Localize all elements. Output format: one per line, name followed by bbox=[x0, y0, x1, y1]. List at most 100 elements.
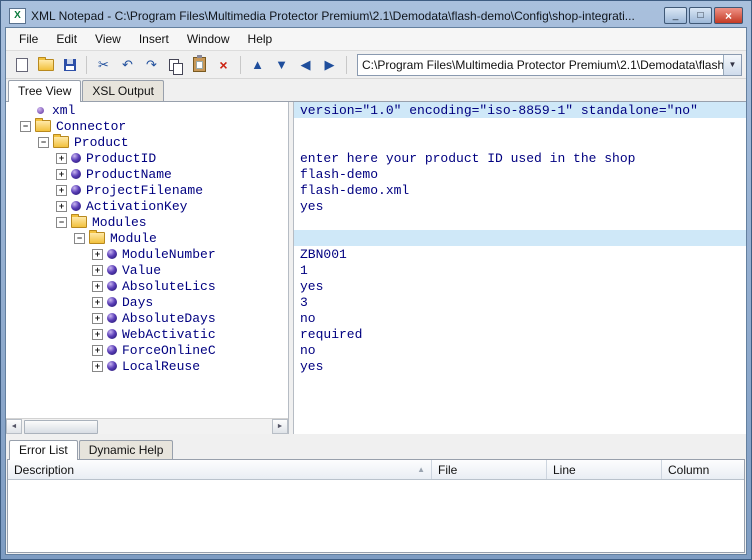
menu-view[interactable]: View bbox=[86, 30, 130, 48]
tree-row[interactable]: + ActivationKey bbox=[6, 198, 288, 214]
value-row[interactable] bbox=[294, 118, 746, 134]
combobox-dropdown-button[interactable]: ▼ bbox=[723, 55, 741, 75]
value-row[interactable]: 1 bbox=[294, 262, 746, 278]
tree-row[interactable]: + WebActivatic bbox=[6, 326, 288, 342]
new-button[interactable] bbox=[10, 54, 33, 76]
value-row[interactable]: yes bbox=[294, 278, 746, 294]
expand-icon[interactable]: + bbox=[56, 153, 67, 164]
tree-row[interactable]: +Value bbox=[6, 262, 288, 278]
folder-icon bbox=[89, 232, 105, 244]
paste-button[interactable] bbox=[188, 54, 211, 76]
tree-row[interactable]: +ProductID bbox=[6, 150, 288, 166]
value-row[interactable]: yes bbox=[294, 198, 746, 214]
tree-node-label: WebActivatic bbox=[122, 327, 216, 342]
titlebar[interactable]: X XML Notepad - C:\Program Files\Multime… bbox=[5, 4, 747, 27]
column-label: Line bbox=[553, 463, 576, 477]
tree-row[interactable]: +ProjectFilename bbox=[6, 182, 288, 198]
value-row[interactable]: required bbox=[294, 326, 746, 342]
address-combobox[interactable]: C:\Program Files\Multimedia Protector Pr… bbox=[357, 54, 742, 76]
tab-tree-view[interactable]: Tree View bbox=[8, 80, 81, 102]
tree-row[interactable]: +AbsoluteLics bbox=[6, 278, 288, 294]
value-row[interactable] bbox=[294, 214, 746, 230]
tree-horizontal-scrollbar[interactable]: ◄ ► bbox=[6, 418, 288, 434]
tree-row[interactable]: −Connector bbox=[6, 118, 288, 134]
nudge-left-button[interactable]: ◀ bbox=[294, 54, 317, 76]
tree-row[interactable]: −Module bbox=[6, 230, 288, 246]
menu-edit[interactable]: Edit bbox=[47, 30, 86, 48]
tree-row[interactable]: +ModuleNumber bbox=[6, 246, 288, 262]
close-button[interactable]: × bbox=[714, 7, 743, 24]
value-row[interactable] bbox=[294, 134, 746, 150]
undo-button[interactable]: ↶ bbox=[116, 54, 139, 76]
tree-row[interactable]: +LocalReuse bbox=[6, 358, 288, 374]
nudge-down-button[interactable]: ▼ bbox=[270, 54, 293, 76]
value-row[interactable]: 3 bbox=[294, 294, 746, 310]
node-value: 3 bbox=[294, 295, 308, 310]
tab-dynamic-help[interactable]: Dynamic Help bbox=[79, 440, 174, 459]
cut-button[interactable]: ✂ bbox=[92, 54, 115, 76]
value-row[interactable]: flash-demo bbox=[294, 166, 746, 182]
value-row[interactable]: yes bbox=[294, 358, 746, 374]
expand-icon[interactable]: + bbox=[92, 361, 103, 372]
value-row[interactable]: flash-demo.xml bbox=[294, 182, 746, 198]
expand-icon[interactable]: + bbox=[56, 169, 67, 180]
value-row[interactable]: no bbox=[294, 310, 746, 326]
expand-icon[interactable]: + bbox=[92, 329, 103, 340]
value-row[interactable]: version="1.0" encoding="iso-8859-1" stan… bbox=[294, 102, 746, 118]
arrow-up-icon: ▲ bbox=[251, 58, 264, 71]
tab-error-list[interactable]: Error List bbox=[9, 440, 78, 460]
value-row[interactable] bbox=[294, 230, 746, 246]
tree-node-label: ActivationKey bbox=[86, 199, 187, 214]
tree-row[interactable]: xml bbox=[6, 102, 288, 118]
expand-icon[interactable]: + bbox=[92, 265, 103, 276]
tab-xsl-output[interactable]: XSL Output bbox=[82, 80, 164, 101]
column-column[interactable]: Column bbox=[662, 460, 744, 479]
tree-row[interactable]: +ForceOnlineC bbox=[6, 342, 288, 358]
nudge-up-button[interactable]: ▲ bbox=[246, 54, 269, 76]
menu-file[interactable]: File bbox=[10, 30, 47, 48]
scroll-left-button[interactable]: ◄ bbox=[6, 419, 22, 434]
redo-button[interactable]: ↷ bbox=[140, 54, 163, 76]
expand-icon[interactable]: + bbox=[56, 185, 67, 196]
expand-icon[interactable]: + bbox=[92, 345, 103, 356]
tree-row[interactable]: +Days bbox=[6, 294, 288, 310]
tree-row[interactable]: −Modules bbox=[6, 214, 288, 230]
expand-icon[interactable]: + bbox=[92, 281, 103, 292]
expand-icon[interactable]: + bbox=[56, 201, 67, 212]
collapse-icon[interactable]: − bbox=[74, 233, 85, 244]
new-document-icon bbox=[16, 58, 28, 72]
expand-icon[interactable]: + bbox=[92, 313, 103, 324]
tree-row[interactable]: −Product bbox=[6, 134, 288, 150]
column-line[interactable]: Line bbox=[547, 460, 662, 479]
minimize-button[interactable]: _ bbox=[664, 7, 687, 24]
value-row[interactable]: no bbox=[294, 342, 746, 358]
tree-row[interactable]: +ProductName bbox=[6, 166, 288, 182]
delete-button[interactable]: × bbox=[212, 54, 235, 76]
expand-icon[interactable]: + bbox=[92, 297, 103, 308]
collapse-icon[interactable]: − bbox=[20, 121, 31, 132]
error-list-body[interactable] bbox=[8, 480, 744, 552]
menu-insert[interactable]: Insert bbox=[130, 30, 178, 48]
scroll-right-button[interactable]: ► bbox=[272, 419, 288, 434]
collapse-icon[interactable]: − bbox=[38, 137, 49, 148]
tree-row[interactable]: +AbsoluteDays bbox=[6, 310, 288, 326]
column-file[interactable]: File bbox=[432, 460, 547, 479]
toolbar-separator bbox=[346, 56, 347, 74]
copy-button[interactable] bbox=[164, 54, 187, 76]
value-row[interactable]: enter here your product ID used in the s… bbox=[294, 150, 746, 166]
scrollbar-track[interactable] bbox=[22, 419, 272, 434]
collapse-icon[interactable]: − bbox=[56, 217, 67, 228]
maximize-button[interactable]: □ bbox=[689, 7, 712, 24]
scrollbar-thumb[interactable] bbox=[24, 420, 98, 434]
element-icon bbox=[71, 185, 81, 195]
tree-pane: xml−Connector−Product+ProductID+ProductN… bbox=[6, 102, 289, 434]
node-value: ZBN001 bbox=[294, 247, 347, 262]
value-row[interactable]: ZBN001 bbox=[294, 246, 746, 262]
open-button[interactable] bbox=[34, 54, 57, 76]
nudge-right-button[interactable]: ▶ bbox=[318, 54, 341, 76]
expand-icon[interactable]: + bbox=[92, 249, 103, 260]
save-button[interactable] bbox=[58, 54, 81, 76]
menu-help[interactable]: Help bbox=[239, 30, 282, 48]
menu-window[interactable]: Window bbox=[178, 30, 239, 48]
column-description[interactable]: Description ▲ bbox=[8, 460, 432, 479]
